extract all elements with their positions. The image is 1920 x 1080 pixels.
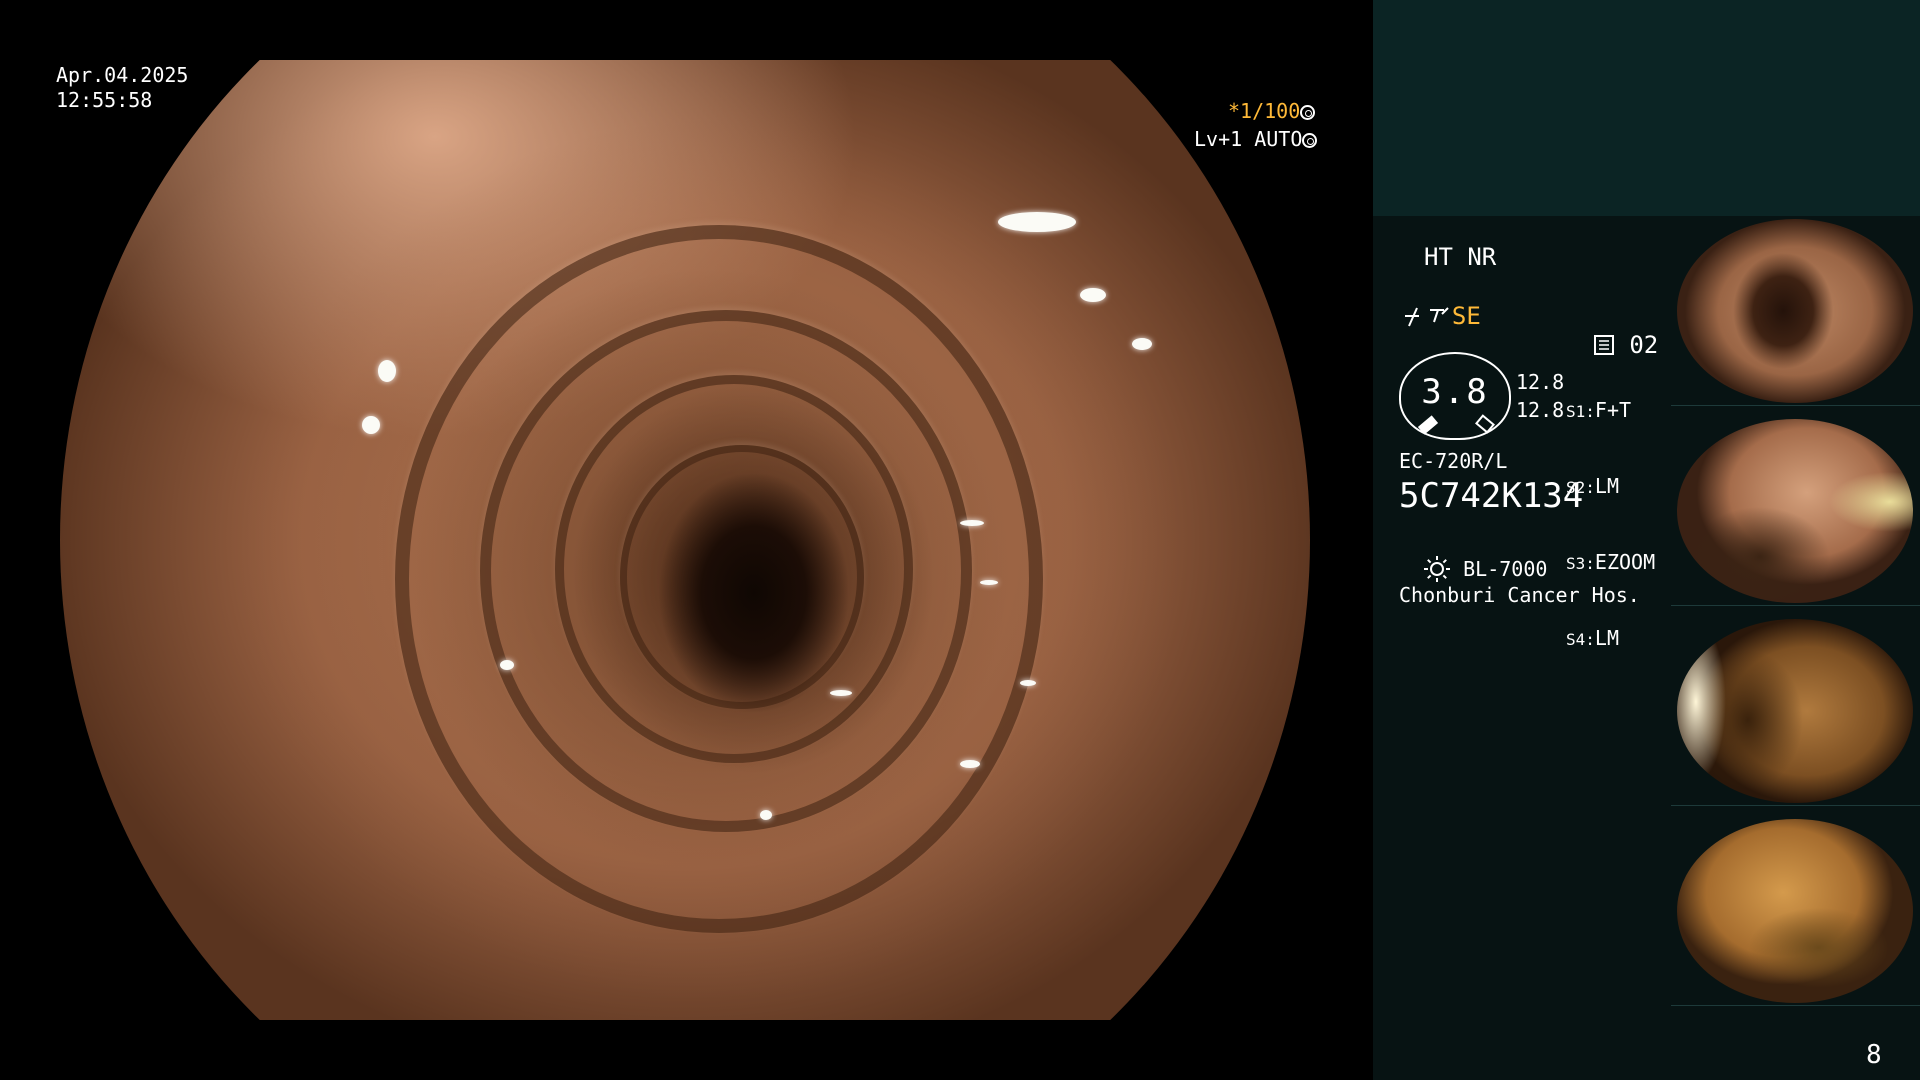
value-2: 12.8 <box>1516 398 1565 422</box>
thumbnail-capture[interactable] <box>1671 217 1920 406</box>
shutter-speed: *1/100 <box>1228 99 1316 124</box>
switch-key: S4: <box>1566 630 1595 649</box>
se-label: SE <box>1451 302 1481 330</box>
scope-serial: 5C742K134 <box>1399 476 1584 516</box>
intensity-value: 3.8 <box>1421 372 1489 412</box>
switch-value: F+T <box>1594 398 1632 422</box>
dial-needle-right <box>1475 414 1495 434</box>
enhancement-icon <box>1429 307 1449 323</box>
thumbnail-capture[interactable] <box>1671 817 1920 1006</box>
thumbnail-image <box>1677 219 1913 403</box>
switch-value: EZOOM <box>1594 550 1656 574</box>
aperture-icon <box>1300 105 1316 120</box>
switch-value: LM <box>1594 474 1619 498</box>
switch-row: S4:LM <box>1566 626 1655 652</box>
exposure-level-value: Lv+1 AUTO <box>1194 127 1303 151</box>
exam-time: 12:55:58 <box>56 88 153 112</box>
iris-icon <box>1302 133 1318 148</box>
shutter-speed-value: *1/100 <box>1228 99 1301 123</box>
switch-key: S3: <box>1566 554 1595 573</box>
switch-key: S1: <box>1566 402 1595 421</box>
thumbnail-capture[interactable] <box>1671 417 1920 606</box>
light-source-model: BL-7000 <box>1463 557 1548 581</box>
page-number: 8 <box>1866 1040 1882 1070</box>
thumbnail-image <box>1677 819 1913 1003</box>
exam-date: Apr.04.2025 <box>56 63 189 87</box>
thumbnail-image <box>1677 619 1913 803</box>
endoscope-image <box>60 60 1310 1020</box>
value-1: 12.8 <box>1516 370 1565 394</box>
top-right-panel <box>1373 0 1920 216</box>
dial-needle-left <box>1417 415 1439 435</box>
hospital-name: Chonburi Cancer Hos. <box>1399 583 1640 607</box>
endoscope-view <box>0 0 1373 1080</box>
processing-mode: HT NR <box>1424 243 1497 271</box>
thumbnail-capture[interactable] <box>1671 617 1920 806</box>
intensity-dial: 3.8 <box>1399 352 1511 440</box>
filter-icon <box>1405 307 1419 327</box>
switch-row: S1:F+T <box>1566 398 1655 424</box>
switch-row: S3:EZOOM <box>1566 550 1655 576</box>
thumbnail-image <box>1677 419 1913 603</box>
light-source-icon <box>1424 556 1451 582</box>
scope-model: EC-720R/L <box>1399 449 1508 473</box>
exposure-level: Lv+1 AUTO <box>1194 127 1318 152</box>
switch-value: LM <box>1594 626 1619 650</box>
light-source: BL-7000 <box>1399 531 1547 583</box>
